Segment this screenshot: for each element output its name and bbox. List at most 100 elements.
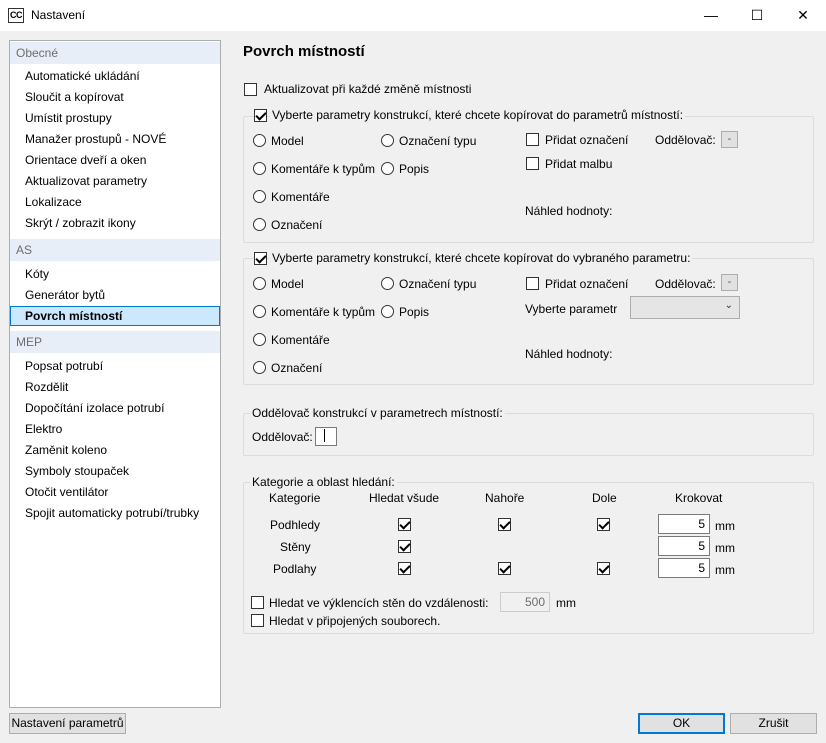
s2-radio-model-label: Model bbox=[271, 277, 304, 291]
row-top-checkbox[interactable] bbox=[498, 518, 511, 531]
text-caret bbox=[324, 429, 325, 442]
s2-select-param-dropdown[interactable]: ⌄ bbox=[630, 296, 740, 319]
s3-separator-label: Oddělovač: bbox=[252, 430, 313, 444]
col-header-top: Nahoře bbox=[485, 491, 525, 505]
section1-label: Vyberte parametry konstrukcí, které chce… bbox=[270, 108, 686, 122]
recess-search-label: Hledat ve výklencích stěn do vzdálenosti… bbox=[269, 596, 489, 610]
sidebar-item[interactable]: Rozdělit bbox=[10, 377, 220, 397]
row-bottom-checkbox[interactable] bbox=[597, 518, 610, 531]
s1-radio-comments[interactable] bbox=[253, 190, 266, 203]
s2-radio-mark[interactable] bbox=[253, 361, 266, 374]
sidebar-item[interactable]: Popsat potrubí bbox=[10, 356, 220, 376]
sidebar-item[interactable]: Elektro bbox=[10, 419, 220, 439]
s2-separator-button[interactable]: - bbox=[721, 274, 738, 291]
section2-checkbox[interactable] bbox=[254, 252, 267, 265]
row-everywhere-checkbox[interactable] bbox=[398, 562, 411, 575]
col-header-step: Krokovat bbox=[675, 491, 723, 505]
sidebar-item[interactable]: Kóty bbox=[10, 264, 220, 284]
sidebar-item[interactable]: Zaměnit koleno bbox=[10, 440, 220, 460]
s1-radio-comments-label: Komentáře bbox=[271, 190, 330, 204]
sidebar-item[interactable]: Manažer prostupů - NOVÉ bbox=[10, 129, 220, 149]
sidebar-group-header: AS bbox=[10, 239, 220, 261]
s2-radio-description[interactable] bbox=[381, 305, 394, 318]
sidebar-item-selected[interactable]: Povrch místností bbox=[10, 306, 220, 326]
sidebar-item[interactable]: Automatické ukládání bbox=[10, 66, 220, 86]
sidebar-item[interactable]: Otočit ventilátor bbox=[10, 482, 220, 502]
s2-radio-type-mark-label: Označení typu bbox=[399, 277, 477, 291]
s2-radio-description-label: Popis bbox=[399, 305, 430, 319]
row-step-unit: mm bbox=[715, 519, 735, 533]
s3-separator-input[interactable] bbox=[315, 427, 337, 446]
s1-radio-mark[interactable] bbox=[253, 218, 266, 231]
s1-radio-type-mark[interactable] bbox=[381, 134, 394, 147]
page-title: Povrch místností bbox=[243, 43, 365, 60]
s1-radio-description[interactable] bbox=[381, 162, 394, 175]
section2-label: Vyberte parametry konstrukcí, které chce… bbox=[270, 251, 693, 265]
s2-radio-comments-label: Komentáře bbox=[271, 333, 330, 347]
col-header-everywhere: Hledat všude bbox=[369, 491, 440, 505]
s2-radio-type-comments[interactable] bbox=[253, 305, 266, 318]
recess-unit: mm bbox=[556, 596, 576, 610]
col-header-category: Kategorie bbox=[269, 491, 321, 505]
parameter-settings-button[interactable]: Nastavení parametrů bbox=[9, 713, 126, 734]
row-step-unit: mm bbox=[715, 563, 735, 577]
s1-radio-type-comments[interactable] bbox=[253, 162, 266, 175]
row-step-input[interactable]: 5 bbox=[658, 536, 710, 556]
section3-legend: Oddělovač konstrukcí v parametrech místn… bbox=[250, 406, 505, 420]
row-top-checkbox[interactable] bbox=[498, 562, 511, 575]
row-category-name: Podhledy bbox=[270, 518, 321, 532]
update-each-change-checkbox[interactable] bbox=[244, 83, 257, 96]
sidebar-item[interactable]: Lokalizace bbox=[10, 192, 220, 212]
sidebar-group-header: Obecné bbox=[10, 42, 220, 64]
row-step-unit: mm bbox=[715, 541, 735, 555]
sidebar-item[interactable]: Umístit prostupy bbox=[10, 108, 220, 128]
sidebar-item[interactable]: Dopočítání izolace potrubí bbox=[10, 398, 220, 418]
row-step-input[interactable]: 5 bbox=[658, 514, 710, 534]
s2-add-mark-checkbox[interactable] bbox=[526, 277, 539, 290]
col-header-bottom: Dole bbox=[592, 491, 617, 505]
s2-select-param-label: Vyberte parametr bbox=[525, 302, 618, 316]
s2-radio-comments[interactable] bbox=[253, 333, 266, 346]
s1-add-paint-label: Přidat malbu bbox=[545, 157, 613, 171]
section4-legend: Kategorie a oblast hledání: bbox=[250, 475, 397, 489]
sidebar-item[interactable]: Spojit automaticky potrubí/trubky bbox=[10, 503, 220, 523]
ok-button[interactable]: OK bbox=[638, 713, 725, 734]
s2-radio-type-mark[interactable] bbox=[381, 277, 394, 290]
s1-radio-type-comments-label: Komentáře k typům bbox=[271, 162, 376, 176]
s1-add-mark-checkbox[interactable] bbox=[526, 133, 539, 146]
sidebar-item[interactable]: Generátor bytů bbox=[10, 285, 220, 305]
sidebar-item[interactable]: Orientace dveří a oken bbox=[10, 150, 220, 170]
recess-search-checkbox[interactable] bbox=[251, 596, 264, 609]
row-everywhere-checkbox[interactable] bbox=[398, 540, 411, 553]
section1-checkbox[interactable] bbox=[254, 109, 267, 122]
s2-radio-type-comments-label: Komentáře k typům bbox=[271, 305, 376, 319]
s2-radio-model[interactable] bbox=[253, 277, 266, 290]
linked-files-checkbox[interactable] bbox=[251, 614, 264, 627]
recess-distance-input[interactable]: 500 bbox=[500, 592, 550, 612]
sidebar-item[interactable]: Aktualizovat parametry bbox=[10, 171, 220, 191]
s2-separator-label: Oddělovač: bbox=[655, 277, 716, 291]
sidebar-item[interactable]: Sloučit a kopírovat bbox=[10, 87, 220, 107]
cancel-button[interactable]: Zrušit bbox=[730, 713, 817, 734]
s1-radio-model[interactable] bbox=[253, 134, 266, 147]
minimize-icon[interactable]: — bbox=[688, 0, 734, 31]
row-everywhere-checkbox[interactable] bbox=[398, 518, 411, 531]
maximize-icon[interactable]: ☐ bbox=[734, 0, 780, 31]
s1-radio-mark-label: Označení bbox=[271, 218, 323, 232]
sidebar-item[interactable]: Symboly stoupaček bbox=[10, 461, 220, 481]
s2-add-mark-label: Přidat označení bbox=[545, 277, 629, 291]
row-step-input[interactable]: 5 bbox=[658, 558, 710, 578]
close-icon[interactable]: ✕ bbox=[780, 0, 826, 31]
s1-separator-button[interactable]: - bbox=[721, 131, 738, 148]
s1-add-mark-label: Přidat označení bbox=[545, 133, 629, 147]
s2-radio-mark-label: Označení bbox=[271, 361, 323, 375]
row-bottom-checkbox[interactable] bbox=[597, 562, 610, 575]
s1-radio-model-label: Model bbox=[271, 134, 304, 148]
s1-radio-type-mark-label: Označení typu bbox=[399, 134, 477, 148]
sidebar-item[interactable]: Skrýt / zobrazit ikony bbox=[10, 213, 220, 233]
s1-preview-label: Náhled hodnoty: bbox=[525, 204, 613, 218]
s2-preview-label: Náhled hodnoty: bbox=[525, 347, 613, 361]
app-icon: CC bbox=[8, 8, 24, 23]
s1-add-paint-checkbox[interactable] bbox=[526, 157, 539, 170]
linked-files-label: Hledat v připojených souborech. bbox=[269, 614, 441, 628]
